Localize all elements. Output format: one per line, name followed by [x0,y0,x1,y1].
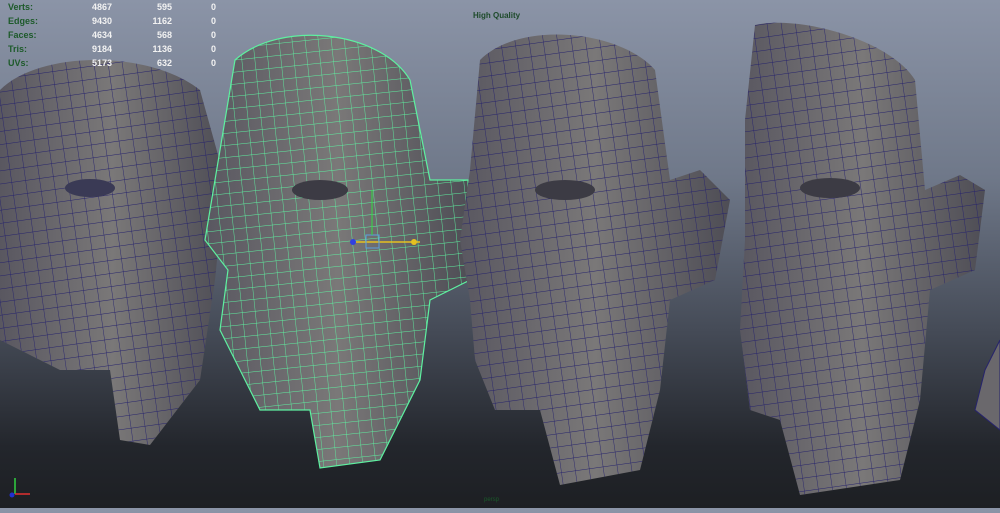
eye [535,180,595,200]
hud-value: 1162 [152,16,172,26]
hud-value: 0 [210,2,216,12]
eye [292,180,348,200]
hud-row-tris: Tris: 9184 1136 0 [8,42,216,56]
poly-count-hud: Verts: 4867 595 0 Edges: 9430 1162 0 Fac… [8,0,216,70]
hud-label: Verts: [8,2,34,12]
hud-label: Edges: [8,16,39,26]
scene-canvas[interactable] [0,0,1000,508]
hud-row-edges: Edges: 9430 1162 0 [8,14,216,28]
hud-value: 0 [210,16,216,26]
hud-label: Tris: [8,44,28,54]
hud-value: 632 [156,58,172,68]
hud-value: 9184 [91,44,112,54]
eye [800,178,860,198]
head-mesh-4[interactable] [740,22,985,495]
hud-value: 4634 [91,30,112,40]
head-mesh-3[interactable] [460,34,730,486]
hud-label: Faces: [8,30,37,40]
render-quality-label: High Quality [473,11,521,20]
3d-viewport[interactable]: Verts: 4867 595 0 Edges: 9430 1162 0 Fac… [0,0,1000,508]
hud-value: 9430 [91,16,112,26]
hud-value: 595 [156,2,172,12]
hud-value: 568 [156,30,172,40]
camera-name-label: persp [484,497,500,503]
axis-gizmo-icon [9,478,30,498]
hud-value: 0 [210,44,216,54]
eye [65,179,115,197]
hud-row-uvs: UVs: 5173 632 0 [8,56,216,70]
hud-row-faces: Faces: 4634 568 0 [8,28,216,42]
head-mesh-1[interactable] [0,60,225,445]
hud-value: 4867 [91,2,112,12]
hud-value: 1136 [152,44,172,54]
hud-row-verts: Verts: 4867 595 0 [8,0,216,14]
hud-label: UVs: [8,58,29,68]
head-mesh-5-partial[interactable] [974,339,1000,431]
hud-value: 0 [210,58,216,68]
head-mesh-selected[interactable] [204,34,471,469]
hud-value: 0 [210,30,216,40]
hud-value: 5173 [91,58,112,68]
